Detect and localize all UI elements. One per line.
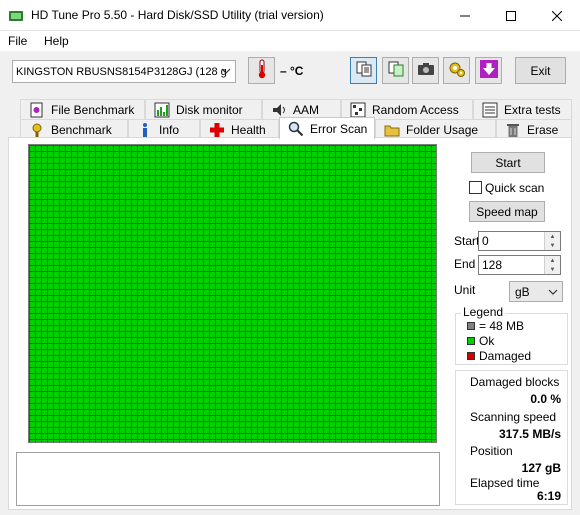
tab-label: Folder Usage xyxy=(406,122,479,137)
tab-label: AAM xyxy=(293,102,320,117)
damaged-blocks-label: Damaged blocks xyxy=(470,375,560,389)
camera-icon xyxy=(417,62,435,79)
extra-tests-icon xyxy=(482,102,498,118)
start-label: Start xyxy=(454,234,480,248)
close-button[interactable] xyxy=(534,0,580,31)
folder-icon xyxy=(384,122,400,138)
unit-select-value: gB xyxy=(515,285,530,299)
tab-label: Info xyxy=(159,122,180,137)
tab-label: Health xyxy=(231,122,266,137)
tab-aam[interactable]: AAM xyxy=(262,99,341,119)
health-icon xyxy=(209,122,225,138)
tab-label: Disk monitor xyxy=(176,102,243,117)
tab-label: Extra tests xyxy=(504,102,561,117)
end-label: End xyxy=(454,257,476,271)
unit-select[interactable]: gB xyxy=(509,281,563,302)
tab-label: Erase xyxy=(527,122,559,137)
chevron-down-icon xyxy=(220,65,232,80)
trash-icon xyxy=(505,122,521,138)
position-value: 127 gB xyxy=(521,461,561,475)
toolbar: KINGSTON RBUSNS8154P3128GJ (128 g – °C E… xyxy=(0,51,580,93)
start-scan-button[interactable]: Start xyxy=(471,152,545,173)
spin-down-icon[interactable]: ▼ xyxy=(545,241,560,250)
window-title: HD Tune Pro 5.50 - Hard Disk/SSD Utility… xyxy=(31,8,324,22)
copy-icon xyxy=(356,61,372,80)
quick-scan-label: Quick scan xyxy=(485,181,545,195)
position-label: Position xyxy=(470,444,513,458)
tab-label: Random Access xyxy=(372,102,459,117)
info-icon xyxy=(137,122,153,138)
menu-bar: File Help xyxy=(0,31,580,51)
spin-up-icon[interactable]: ▲ xyxy=(545,232,560,241)
start-input-value: 0 xyxy=(482,234,489,248)
screenshot-button[interactable] xyxy=(412,57,439,84)
magnifier-icon xyxy=(288,121,304,137)
start-input[interactable]: 0 ▲ ▼ xyxy=(478,231,561,251)
file-benchmark-icon xyxy=(29,102,45,118)
options-button[interactable] xyxy=(443,57,470,84)
tab-extra-tests[interactable]: Extra tests xyxy=(473,99,572,119)
thermometer-icon xyxy=(256,59,268,82)
end-input[interactable]: 128 ▲ ▼ xyxy=(478,255,561,275)
elapsed-time-value: 6:19 xyxy=(536,489,561,503)
damaged-swatch xyxy=(467,352,475,360)
disk-monitor-icon xyxy=(154,102,170,118)
tab-row-bottom: Benchmark Info Health Error Scan Folder … xyxy=(8,117,572,139)
copy-options-button[interactable] xyxy=(382,57,409,84)
temperature-button[interactable] xyxy=(248,57,275,84)
copy-green-icon xyxy=(388,61,404,80)
scan-log-box[interactable] xyxy=(16,452,440,506)
legend-block-size: = 48 MB xyxy=(479,319,525,333)
tab-label: Error Scan xyxy=(310,121,368,136)
menu-file[interactable]: File xyxy=(8,34,27,48)
stats-box: Damaged blocks 0.0 % Scanning speed 317.… xyxy=(455,370,568,505)
drive-select-value: KINGSTON RBUSNS8154P3128GJ (128 g xyxy=(16,65,227,78)
copy-text-button[interactable] xyxy=(350,57,377,84)
end-input-value: 128 xyxy=(482,258,503,272)
legend-ok: Ok xyxy=(479,334,495,348)
title-bar: HD Tune Pro 5.50 - Hard Disk/SSD Utility… xyxy=(0,0,580,31)
minimize-button[interactable] xyxy=(442,0,488,31)
tab-erase[interactable]: Erase xyxy=(496,119,572,139)
speaker-icon xyxy=(271,102,287,118)
tab-row-top: File Benchmark Disk monitor AAM Random A… xyxy=(8,99,572,119)
chevron-down-icon xyxy=(548,286,558,300)
block-swatch xyxy=(467,322,475,330)
legend-damaged: Damaged xyxy=(479,349,532,363)
tab-health[interactable]: Health xyxy=(200,119,279,139)
legend-title: Legend xyxy=(461,305,506,319)
random-access-icon xyxy=(350,102,366,118)
elapsed-time-label: Elapsed time xyxy=(470,476,540,490)
ok-swatch xyxy=(467,337,475,345)
download-arrow-icon xyxy=(479,60,498,81)
tab-file-benchmark[interactable]: File Benchmark xyxy=(20,99,145,119)
tab-label: File Benchmark xyxy=(51,102,135,117)
unit-label: Unit xyxy=(454,283,476,297)
save-button[interactable] xyxy=(475,57,502,84)
temperature-readout: – °C xyxy=(280,64,304,78)
spin-up-icon[interactable]: ▲ xyxy=(545,256,560,265)
tab-disk-monitor[interactable]: Disk monitor xyxy=(145,99,262,119)
maximize-button[interactable] xyxy=(488,0,534,31)
benchmark-icon xyxy=(29,122,45,138)
tab-label: Benchmark xyxy=(51,122,112,137)
menu-help[interactable]: Help xyxy=(44,34,69,48)
tab-benchmark[interactable]: Benchmark xyxy=(20,119,128,139)
drive-select[interactable]: KINGSTON RBUSNS8154P3128GJ (128 g xyxy=(12,60,236,83)
spin-down-icon[interactable]: ▼ xyxy=(545,265,560,274)
scanning-speed-value: 317.5 MB/s xyxy=(498,427,561,441)
tab-random-access[interactable]: Random Access xyxy=(341,99,473,119)
tab-info[interactable]: Info xyxy=(128,119,200,139)
block-map-grid xyxy=(28,144,437,443)
damaged-blocks-value: 0.0 % xyxy=(530,392,561,406)
speed-map-button[interactable]: Speed map xyxy=(469,201,545,222)
tab-folder-usage[interactable]: Folder Usage xyxy=(375,119,496,139)
tab-error-scan[interactable]: Error Scan xyxy=(279,117,375,139)
quick-scan-checkbox[interactable] xyxy=(469,181,482,194)
exit-button[interactable]: Exit xyxy=(515,57,566,84)
scanning-speed-label: Scanning speed xyxy=(470,410,557,424)
error-scan-panel: Start Quick scan Speed map Start 0 ▲ ▼ En… xyxy=(8,137,572,510)
app-icon xyxy=(8,8,24,24)
gears-icon xyxy=(448,60,466,81)
